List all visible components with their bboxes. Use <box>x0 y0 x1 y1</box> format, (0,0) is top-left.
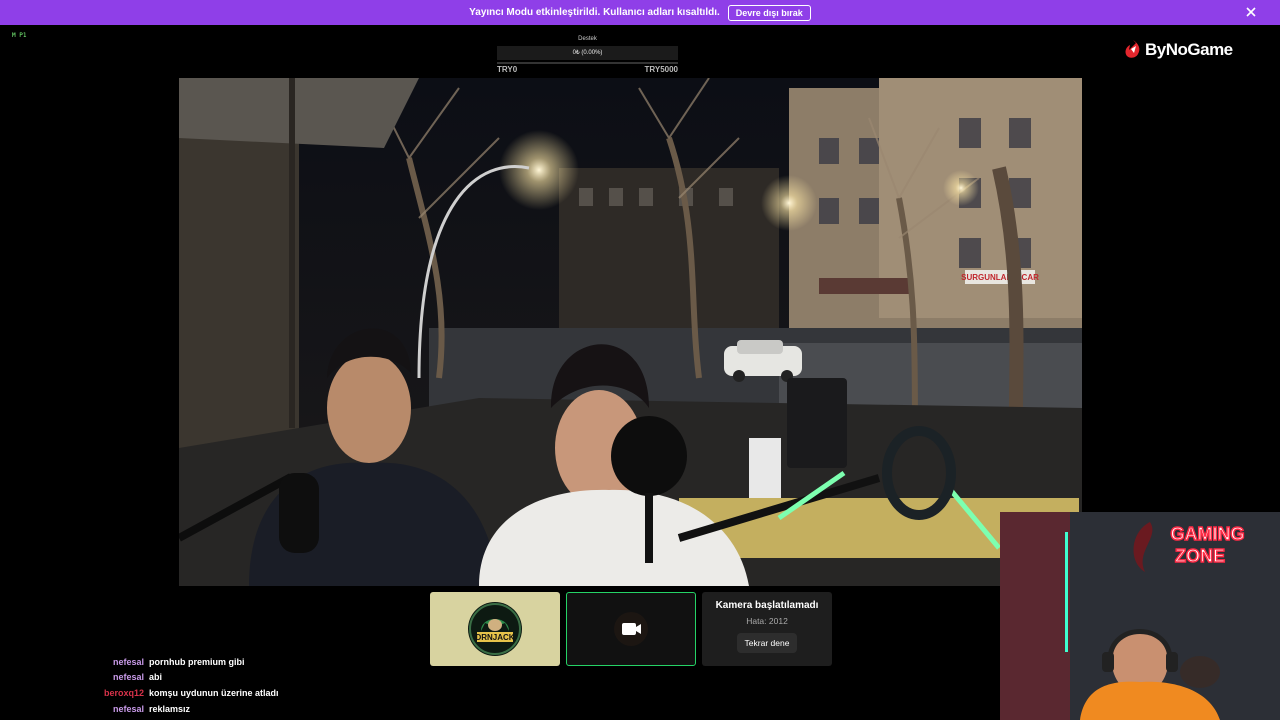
camera-error-tile: Kamera başlatılamadı Hata: 2012 Tekrar d… <box>702 592 832 666</box>
chat-text: reklamsız <box>149 703 191 714</box>
chat-username[interactable]: beroxq12 <box>100 688 144 698</box>
chat-message: nefesal pornhub premium gibi <box>100 654 400 670</box>
chat-username[interactable]: nefesal <box>100 672 144 682</box>
donation-goal: Destek 0₺ (0.00%) TRY0 TRY5000 <box>497 36 678 76</box>
video-camera-icon <box>614 612 648 646</box>
donation-max: TRY5000 <box>644 65 679 74</box>
main-video-feed[interactable]: SURGUNLAR TİCAR <box>179 78 1082 586</box>
disable-streamer-mode-button[interactable]: Devre dışı bırak <box>727 4 811 21</box>
live-indicator: M P1 <box>12 32 27 39</box>
camera-error-title: Kamera başlatılamadı <box>715 600 819 611</box>
chat-text: abi <box>149 672 163 683</box>
avatar-text: DRNJACK <box>475 633 514 642</box>
participant-tiles: DRNJACK Kamera başlatılamadı Hata: 2012 … <box>430 592 832 666</box>
close-icon[interactable] <box>1244 5 1258 19</box>
bynogame-logo: ByNoGame <box>1124 40 1233 60</box>
retry-button[interactable]: Tekrar dene <box>736 633 798 653</box>
donation-min: TRY0 <box>497 65 518 74</box>
shop-sign: SURGUNLAR TİCAR <box>961 273 1039 282</box>
stream-screen: Yayıncı Modu etkinleştirildi. Kullanıcı … <box>0 0 1280 720</box>
chat-overlay: nefesal pornhub premium gibi nefesal abi ber… <box>100 654 400 716</box>
banner-message: Yayıncı Modu etkinleştirildi. Kullanıcı … <box>469 7 720 18</box>
bynogame-logo-icon <box>1125 40 1140 58</box>
drnjack-avatar: DRNJACK <box>468 602 522 656</box>
participant-camera-tile[interactable] <box>566 592 696 666</box>
webcam-scene: GAMING ZONE <box>1000 512 1280 720</box>
donation-range: TRY0 TRY5000 <box>497 65 678 74</box>
streamer-webcam[interactable]: GAMING ZONE <box>1000 512 1280 720</box>
chat-message: beroxq12 komşu uydunun üzerine atladı <box>100 685 400 701</box>
chat-text: komşu uydunun üzerine atladı <box>149 687 279 698</box>
chat-username[interactable]: nefesal <box>100 657 144 667</box>
chat-text: pornhub premium gibi <box>149 656 245 667</box>
logo-text: ByNoGame <box>1145 40 1233 59</box>
donation-title: Destek <box>578 36 597 42</box>
chat-message: nefesal reklamsız <box>100 701 400 717</box>
donation-progress-track <box>497 62 678 64</box>
chat-username[interactable]: nefesal <box>100 704 144 714</box>
main-video-scene: SURGUNLAR TİCAR <box>179 78 1082 586</box>
participant-avatar-tile[interactable]: DRNJACK <box>430 592 560 666</box>
donation-progress-text: 0₺ (0.00%) <box>497 46 678 60</box>
streamer-mode-banner: Yayıncı Modu etkinleştirildi. Kullanıcı … <box>0 0 1280 25</box>
chat-message: nefesal abi <box>100 670 400 686</box>
camera-error-code: Hata: 2012 <box>746 616 788 626</box>
